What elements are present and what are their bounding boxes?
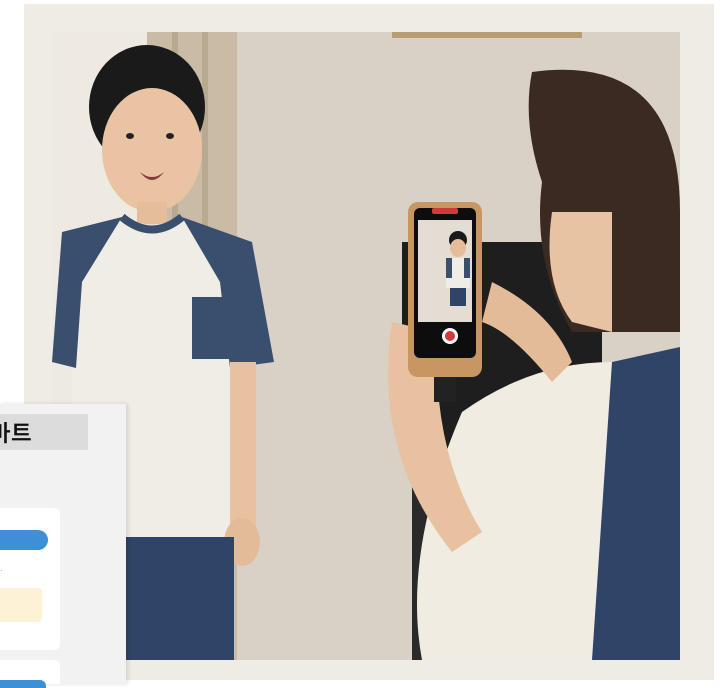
boy-face (102, 88, 202, 212)
phone (408, 202, 482, 402)
overlay-snippet: · (0, 566, 3, 575)
overlay-action-button[interactable] (0, 530, 48, 550)
overlay-note-box (0, 588, 42, 622)
record-timer (432, 208, 458, 214)
overlay-title: 마트 (0, 421, 33, 446)
overlay-action-button-2[interactable] (0, 680, 46, 688)
boy-shorts (124, 537, 234, 660)
boy-arm (230, 362, 256, 532)
photo-illustration (52, 32, 680, 660)
shelf (392, 32, 582, 38)
photo (52, 32, 680, 660)
boy-pocket (192, 297, 230, 359)
overlay-title-bar: 마트 (0, 414, 88, 450)
